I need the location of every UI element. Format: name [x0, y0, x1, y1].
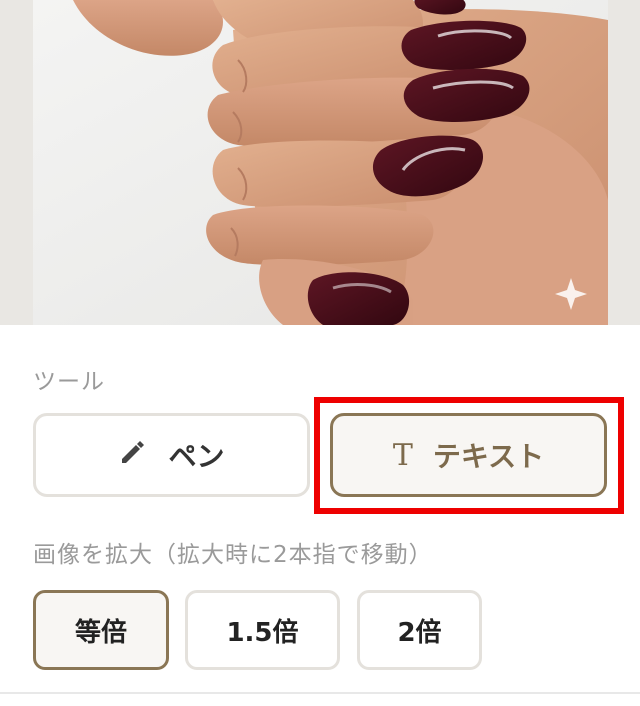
- nail-photo-illustration: [33, 0, 608, 325]
- nail-photo[interactable]: [33, 0, 608, 325]
- pencil-icon: [118, 437, 148, 474]
- zoom-1-5x-button[interactable]: 1.5倍: [185, 590, 340, 670]
- image-frame: [0, 0, 640, 325]
- bottom-divider: [0, 692, 640, 694]
- zoom-section-label: 画像を拡大（拡大時に2本指で移動）: [33, 542, 433, 568]
- highlight-annotation-box: [314, 397, 624, 514]
- zoom-1x-button[interactable]: 等倍: [33, 590, 169, 670]
- pen-tool-button[interactable]: ペン: [33, 413, 310, 497]
- tools-section-label: ツール: [33, 369, 105, 395]
- pen-tool-label: ペン: [168, 440, 225, 473]
- zoom-2x-button[interactable]: 2倍: [357, 590, 482, 670]
